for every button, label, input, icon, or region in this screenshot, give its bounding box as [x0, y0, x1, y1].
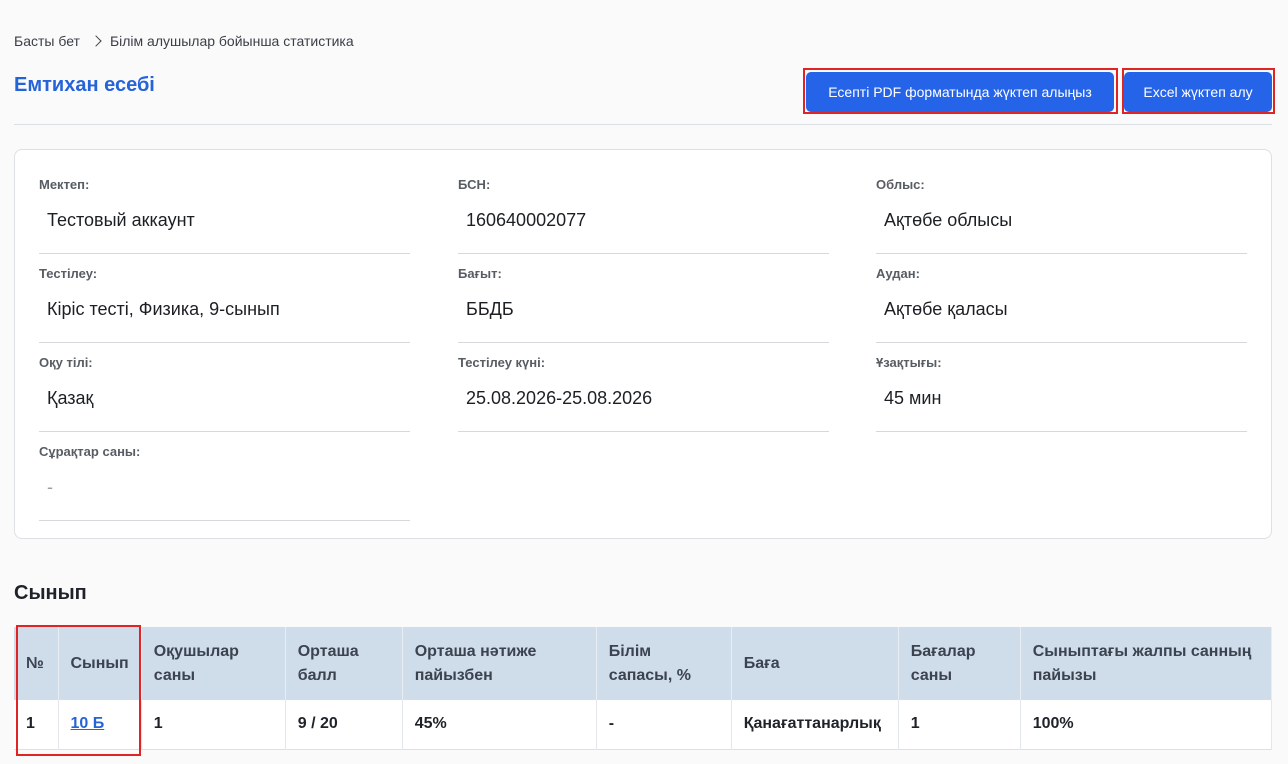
- field-label: Тестілеу:: [39, 266, 98, 281]
- field-label: Аудан:: [876, 266, 920, 281]
- field-label: Ұзақтығы:: [876, 355, 942, 370]
- field-value: Ақтөбе қаласы: [876, 299, 1247, 343]
- field-value: 160640002077: [458, 210, 829, 254]
- field-test: Тестілеу: Кіріс тесті, Физика, 9-сынып: [39, 266, 410, 343]
- cell-grade-count: 1: [898, 700, 1021, 749]
- field-date: Тестілеу күні: 25.08.2026-25.08.2026: [458, 355, 829, 432]
- class-column-highlight: [16, 625, 141, 756]
- field-questions: Сұрақтар саны: -: [39, 444, 410, 521]
- cell-students: 1: [141, 700, 286, 749]
- field-label: Облыс:: [876, 177, 925, 192]
- section-title: Сынып: [14, 582, 87, 604]
- field-label: Мектеп:: [39, 177, 90, 192]
- col-grade: Баға: [731, 627, 899, 700]
- field-language: Оқу тілі: Қазақ: [39, 355, 410, 432]
- field-value: -: [39, 477, 410, 521]
- download-pdf-highlight: [803, 68, 1118, 114]
- cell-percent-total: 100%: [1020, 700, 1273, 749]
- col-grade-count: Бағалар саны: [898, 627, 1021, 700]
- field-district: Аудан: Ақтөбе қаласы: [876, 266, 1247, 343]
- col-avg-score: Орташа балл: [285, 627, 403, 700]
- cell-grade: Қанағаттанарлық: [731, 700, 899, 749]
- cell-avg-percent: 45%: [402, 700, 597, 749]
- field-label: Оқу тілі:: [39, 355, 93, 370]
- chevron-right-icon: [90, 35, 102, 47]
- class-table: № Сынып Оқушылар саны Орташа балл Орташа…: [14, 627, 1273, 750]
- field-value: Қазақ: [39, 388, 410, 432]
- download-excel-highlight: [1122, 68, 1275, 114]
- cell-avg-score: 9 / 20: [285, 700, 403, 749]
- field-value: 25.08.2026-25.08.2026: [458, 388, 829, 432]
- field-value: Тестовый аккаунт: [39, 210, 410, 254]
- field-value: ББДБ: [458, 299, 829, 343]
- cell-quality: -: [596, 700, 732, 749]
- field-school: Мектеп: Тестовый аккаунт: [39, 177, 410, 254]
- field-label: БСН:: [458, 177, 491, 192]
- table-header-row: № Сынып Оқушылар саны Орташа балл Орташа…: [14, 627, 1273, 700]
- col-percent-total: Сыныптағы жалпы санның пайызы: [1020, 627, 1273, 700]
- field-direction: Бағыт: ББДБ: [458, 266, 829, 343]
- col-quality: Білім сапасы, %: [596, 627, 732, 700]
- field-region: Облыс: Ақтөбе облысы: [876, 177, 1247, 254]
- header-divider: [14, 124, 1272, 125]
- page-title: Емтихан есебі: [14, 74, 155, 96]
- col-students: Оқушылар саны: [141, 627, 286, 700]
- field-value: Ақтөбе облысы: [876, 210, 1247, 254]
- field-value: Кіріс тесті, Физика, 9-сынып: [39, 299, 410, 343]
- breadcrumb-home[interactable]: Басты бет: [14, 33, 80, 49]
- breadcrumb: Басты бет Білім алушылар бойынша статист…: [14, 33, 354, 49]
- col-avg-percent: Орташа нәтиже пайызбен: [402, 627, 597, 700]
- field-label: Тестілеу күні:: [458, 355, 546, 370]
- field-value: 45 мин: [876, 388, 1247, 432]
- field-bin: БСН: 160640002077: [458, 177, 829, 254]
- field-label: Сұрақтар саны:: [39, 444, 141, 459]
- field-duration: Ұзақтығы: 45 мин: [876, 355, 1247, 432]
- breadcrumb-current: Білім алушылар бойынша статистика: [109, 33, 354, 49]
- field-label: Бағыт:: [458, 266, 502, 281]
- exam-info-card: Мектеп: Тестовый аккаунт БСН: 1606400020…: [14, 149, 1272, 539]
- table-row: 1 10 Б 1 9 / 20 45% - Қанағаттанарлық 1 …: [14, 700, 1273, 749]
